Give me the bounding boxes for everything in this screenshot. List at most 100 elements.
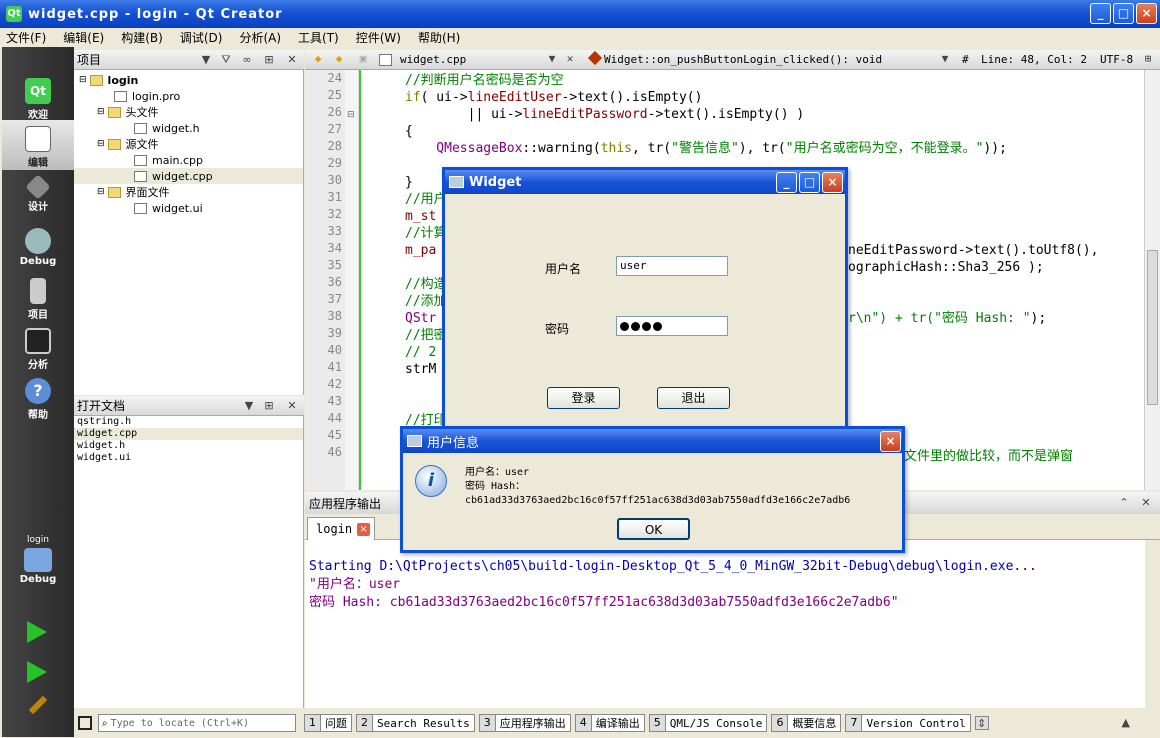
dropdown-icon[interactable]: ▼ bbox=[199, 53, 213, 67]
close-panel-icon[interactable]: ✕ bbox=[285, 53, 299, 67]
pane-qml-console[interactable]: 5 QML/JS Console bbox=[648, 714, 768, 732]
dialog-maximize-button[interactable]: □ bbox=[799, 172, 820, 193]
mode-projects[interactable]: 项目 bbox=[2, 272, 74, 322]
tree-item-widget-cpp[interactable]: widget.cpp bbox=[74, 168, 303, 184]
password-dot bbox=[620, 321, 629, 331]
split-icon[interactable]: ⊞ bbox=[262, 53, 276, 67]
encoding-label[interactable]: UTF-8 bbox=[1100, 53, 1133, 66]
output-tab-login[interactable]: login × bbox=[307, 517, 376, 540]
dropdown-icon[interactable]: ▼ bbox=[242, 399, 256, 413]
line-number: 44 bbox=[327, 411, 342, 425]
window-icon bbox=[407, 435, 422, 447]
menu-help[interactable]: 帮助(H) bbox=[418, 29, 460, 46]
locator[interactable]: ⌕ Type to locate (Ctrl+K) bbox=[98, 714, 296, 732]
open-doc-item[interactable]: widget.h bbox=[74, 440, 303, 452]
ok-button[interactable]: OK bbox=[617, 518, 690, 540]
pane-compile-output[interactable]: 4 编译输出 bbox=[574, 714, 645, 732]
link-icon[interactable]: ∞ bbox=[240, 53, 254, 67]
pane-search-results[interactable]: 2 Search Results bbox=[356, 714, 475, 732]
open-doc-item[interactable]: widget.ui bbox=[74, 452, 303, 464]
run-icon[interactable] bbox=[27, 621, 47, 643]
info-dialog-close-button[interactable]: × bbox=[880, 431, 901, 452]
username-input[interactable]: user bbox=[616, 256, 728, 276]
editor-file-combo[interactable]: widget.cpp bbox=[400, 53, 466, 66]
open-doc-item[interactable]: qstring.h bbox=[74, 416, 303, 428]
menu-tools[interactable]: 工具(T) bbox=[298, 29, 339, 46]
more-panes-icon[interactable]: ⇕ bbox=[974, 716, 989, 730]
exit-button[interactable]: 退出 bbox=[657, 387, 730, 409]
close-button[interactable]: × bbox=[1136, 3, 1157, 24]
fold-marker-icon[interactable]: ⊟ bbox=[347, 110, 355, 120]
menu-widgets[interactable]: 控件(W) bbox=[356, 29, 401, 46]
close-pane-icon[interactable]: ✕ bbox=[1139, 496, 1153, 510]
close-tab-icon[interactable]: × bbox=[357, 522, 371, 536]
cursor-position[interactable]: Line: 48, Col: 2 bbox=[981, 53, 1087, 66]
maximize-pane-icon[interactable]: ⌃ bbox=[1117, 496, 1131, 510]
pane-app-output[interactable]: 3 应用程序输出 bbox=[478, 714, 571, 732]
tree-root[interactable]: ⊟ login bbox=[79, 72, 138, 88]
mode-analyze[interactable]: 分析 bbox=[2, 322, 74, 372]
minimize-button[interactable]: _ bbox=[1090, 3, 1111, 24]
debug-run-icon[interactable] bbox=[27, 661, 47, 683]
mode-debug[interactable]: Debug bbox=[2, 222, 74, 272]
mode-label: 项目 bbox=[28, 310, 48, 321]
tree-item-forms[interactable]: ⊟ 界面文件 bbox=[97, 184, 170, 200]
expand-output-icon[interactable]: ▲ bbox=[1119, 716, 1133, 730]
help-icon: ? bbox=[25, 378, 51, 404]
mode-design[interactable]: 设计 bbox=[2, 172, 74, 222]
forward-arrow-icon[interactable]: ◆ bbox=[332, 52, 346, 66]
window-titlebar: Qt widget.cpp - login - Qt Creator _ □ × bbox=[0, 0, 1160, 28]
output-line: "用户名：user bbox=[309, 577, 401, 592]
mode-help[interactable]: ? 帮助 bbox=[2, 372, 74, 422]
cpp-file-icon bbox=[134, 154, 147, 166]
pane-general-messages[interactable]: 6 概要信息 bbox=[771, 714, 842, 732]
dropdown-icon[interactable]: ▼ bbox=[545, 52, 559, 66]
dialog-minimize-button[interactable]: _ bbox=[776, 172, 797, 193]
pane-issues[interactable]: 1 问题 bbox=[304, 714, 352, 732]
code-line: //构造 bbox=[405, 277, 447, 292]
fold-column: ⊟ bbox=[345, 70, 359, 490]
dialog-close-button[interactable]: × bbox=[822, 172, 843, 193]
menu-edit[interactable]: 编辑(E) bbox=[63, 29, 104, 46]
kit-selector[interactable]: login Debug bbox=[2, 532, 74, 602]
sidebar-toggle-icon[interactable] bbox=[78, 716, 92, 730]
close-panel-icon[interactable]: ✕ bbox=[285, 399, 299, 413]
maximize-button[interactable]: □ bbox=[1113, 3, 1134, 24]
tree-item-widget-ui[interactable]: widget.ui bbox=[134, 200, 203, 216]
mode-welcome[interactable]: Qt 欢迎 bbox=[2, 72, 74, 122]
login-button[interactable]: 登录 bbox=[547, 387, 620, 409]
tree-item-sources[interactable]: ⊟ 源文件 bbox=[97, 136, 159, 152]
back-arrow-icon[interactable]: ◆ bbox=[311, 52, 325, 66]
menu-debug[interactable]: 调试(D) bbox=[180, 29, 223, 46]
build-hammer-icon[interactable] bbox=[28, 695, 48, 715]
tree-item-main-cpp[interactable]: main.cpp bbox=[134, 152, 203, 168]
locator-placeholder: Type to locate (Ctrl+K) bbox=[110, 717, 250, 729]
status-bar: ⌕ Type to locate (Ctrl+K) 1 问题 2 Search Re… bbox=[74, 708, 1160, 738]
info-line-username: 用户名：user bbox=[465, 467, 530, 478]
line-number: 27 bbox=[327, 122, 342, 136]
dropdown-icon[interactable]: ▼ bbox=[938, 52, 952, 66]
scrollbar-thumb[interactable] bbox=[1147, 250, 1158, 405]
tree-item-pro[interactable]: login.pro bbox=[114, 88, 180, 104]
editor-scrollbar[interactable] bbox=[1144, 70, 1160, 490]
project-tree: ⊟ login login.pro ⊟ 头文件 widget.h ⊟ 源文件 main… bbox=[74, 70, 304, 395]
folder-icon bbox=[107, 138, 121, 150]
tree-item-headers[interactable]: ⊟ 头文件 bbox=[97, 104, 159, 120]
pane-version-control[interactable]: 7 Version Control bbox=[845, 714, 971, 732]
filter-icon[interactable]: ⛛ bbox=[219, 53, 233, 67]
menu-file[interactable]: 文件(F) bbox=[6, 29, 46, 46]
close-document-icon[interactable]: ✕ bbox=[563, 52, 577, 66]
split-icon[interactable]: ⊞ bbox=[262, 399, 276, 413]
open-doc-item[interactable]: widget.cpp bbox=[74, 428, 303, 440]
menu-build[interactable]: 构建(B) bbox=[121, 29, 163, 46]
header-file-icon bbox=[134, 122, 147, 134]
password-input[interactable] bbox=[616, 316, 728, 336]
password-dot bbox=[642, 321, 651, 331]
symbol-combo[interactable]: Widget::on_pushButtonLogin_clicked(): vo… bbox=[604, 53, 882, 66]
info-line-hash-value: cb61ad33d3763aed2bc16c0f57ff251ac638d3d0… bbox=[465, 495, 851, 506]
tree-item-widget-h[interactable]: widget.h bbox=[134, 120, 200, 136]
menu-analyze[interactable]: 分析(A) bbox=[239, 29, 281, 46]
line-number: 34 bbox=[327, 241, 342, 255]
mode-edit[interactable]: 编辑 bbox=[2, 120, 74, 170]
split-icon[interactable]: ⊞ bbox=[1141, 52, 1155, 66]
